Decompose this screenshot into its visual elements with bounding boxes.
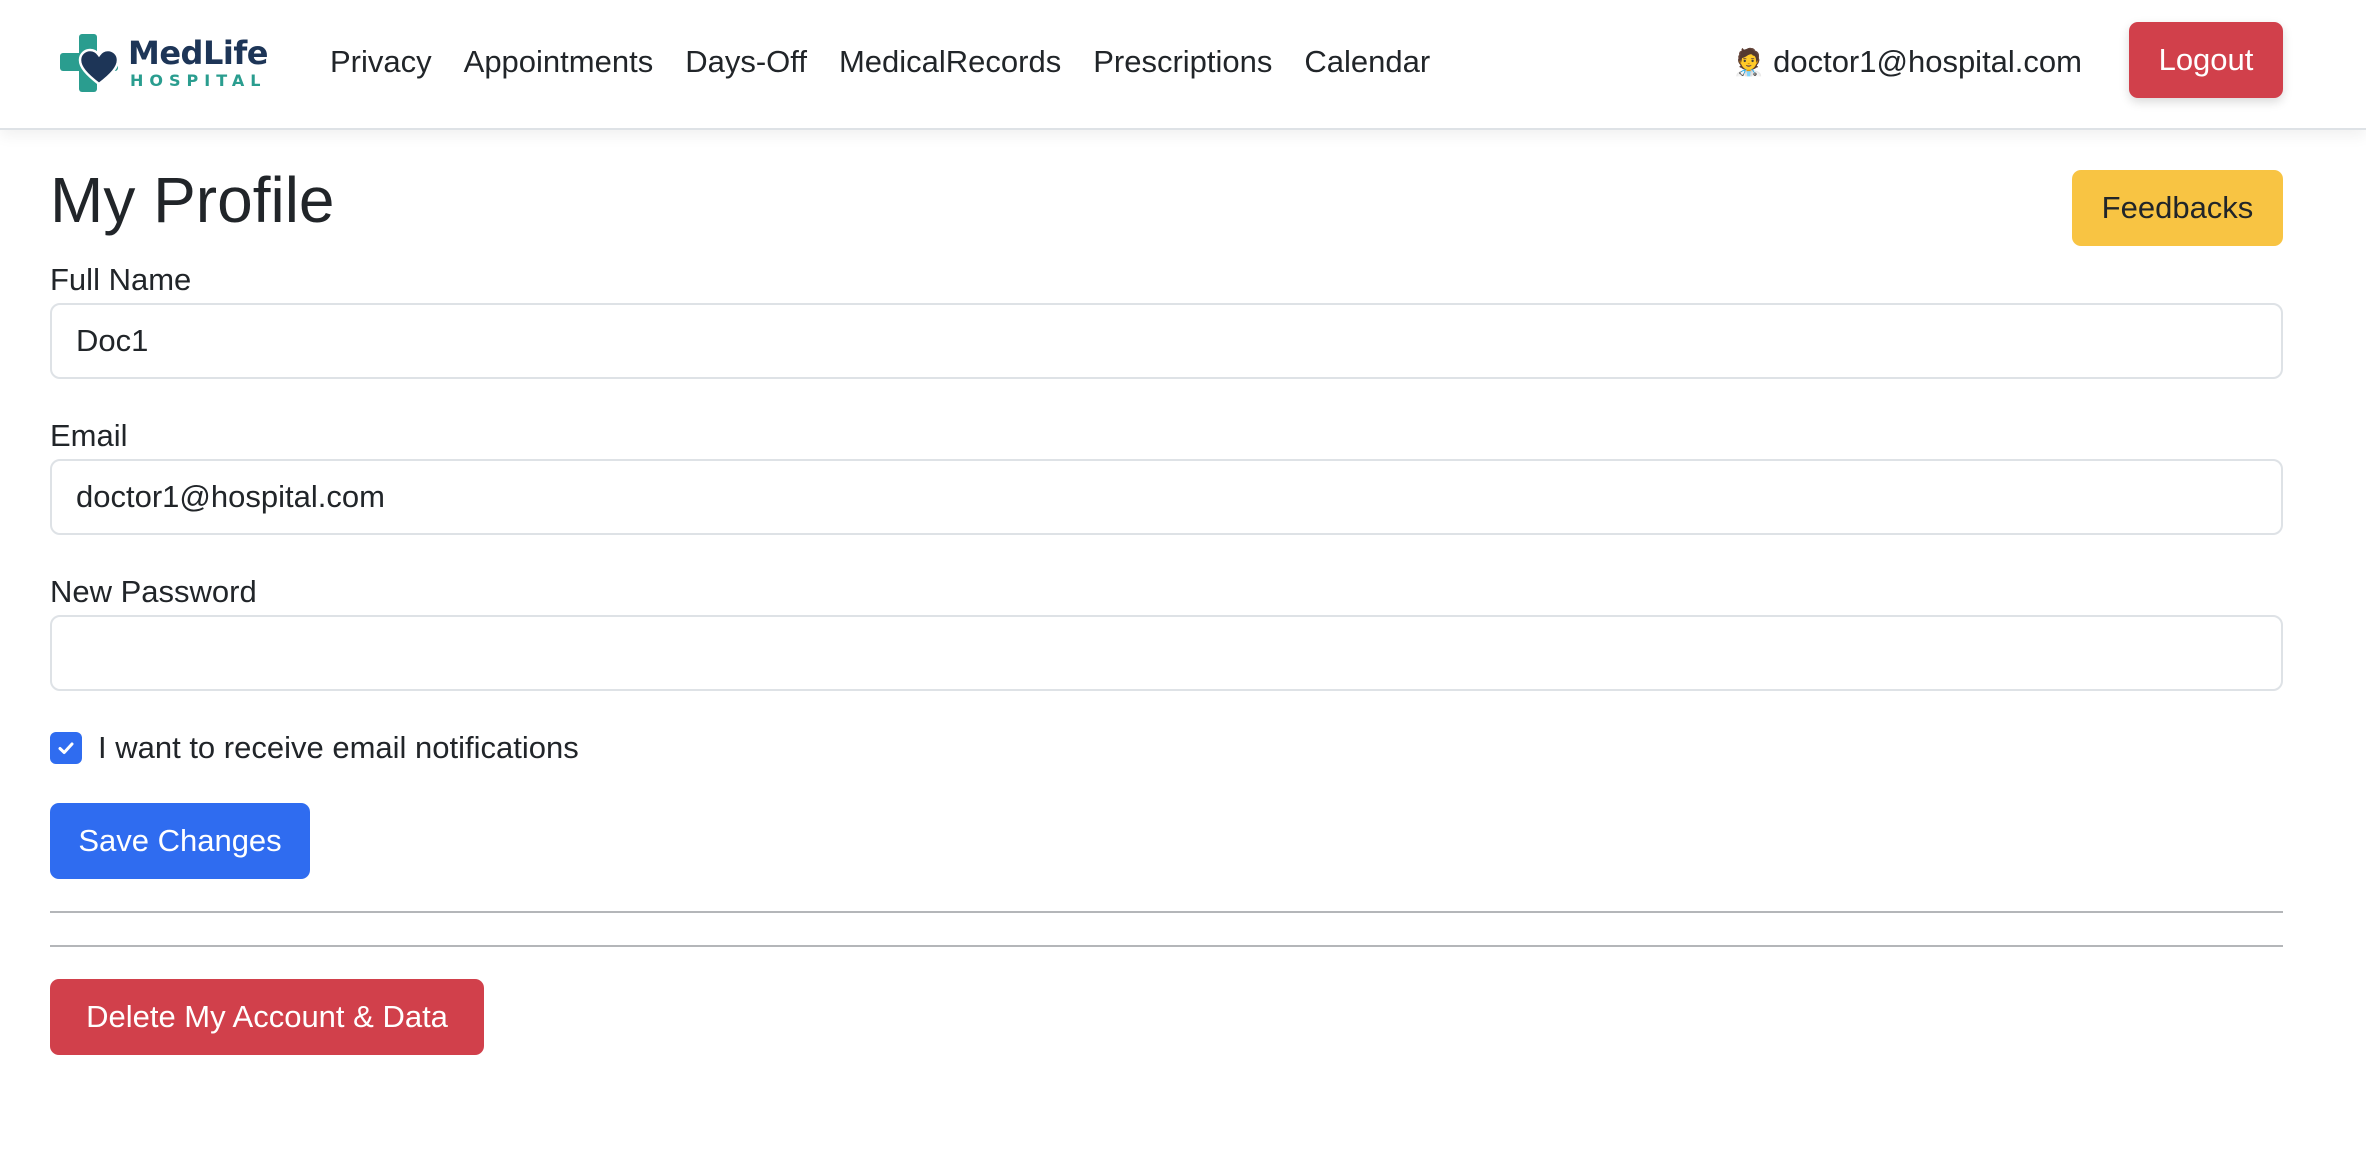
nav-link-calendar[interactable]: Calendar (1304, 40, 1430, 84)
email-notifications-option: I want to receive email notifications (50, 728, 579, 768)
full-name-label: Full Name (50, 262, 192, 297)
delete-account-button[interactable]: Delete My Account & Data (50, 979, 484, 1055)
full-name-input[interactable] (50, 303, 2283, 379)
nav-link-medical-records[interactable]: MedicalRecords (839, 40, 1061, 84)
top-navbar: MedLife HOSPITAL Privacy Appointments Da… (0, 0, 2366, 130)
nav-link-prescriptions[interactable]: Prescriptions (1093, 40, 1272, 84)
user-email: doctor1@hospital.com (1773, 44, 2082, 79)
logout-button[interactable]: Logout (2129, 22, 2283, 98)
brand-logo[interactable]: MedLife HOSPITAL (58, 32, 268, 94)
page-title: My Profile (50, 164, 335, 236)
save-changes-button[interactable]: Save Changes (50, 803, 310, 879)
divider (50, 911, 2283, 913)
feedbacks-button[interactable]: Feedbacks (2072, 170, 2283, 246)
brand-wordmark: MedLife HOSPITAL (128, 37, 268, 89)
brand-subtitle: HOSPITAL (130, 71, 267, 90)
email-notifications-checkbox[interactable] (50, 732, 82, 764)
email-notifications-label[interactable]: I want to receive email notifications (98, 728, 579, 768)
brand-name: MedLife (128, 34, 268, 72)
nav-link-privacy[interactable]: Privacy (330, 40, 432, 84)
new-password-label: New Password (50, 574, 257, 609)
checkmark-icon (58, 742, 74, 754)
nav-link-appointments[interactable]: Appointments (464, 40, 654, 84)
nav-link-days-off[interactable]: Days-Off (685, 40, 807, 84)
doctor-icon: 🧑‍⚕️ (1732, 47, 1766, 77)
divider (50, 945, 2283, 947)
main-nav: Privacy Appointments Days-Off MedicalRec… (330, 40, 1462, 84)
current-user: 🧑‍⚕️ doctor1@hospital.com (1733, 40, 2082, 84)
medical-cross-heart-icon (60, 34, 120, 92)
email-input[interactable] (50, 459, 2283, 535)
new-password-input[interactable] (50, 615, 2283, 691)
email-label: Email (50, 418, 128, 453)
